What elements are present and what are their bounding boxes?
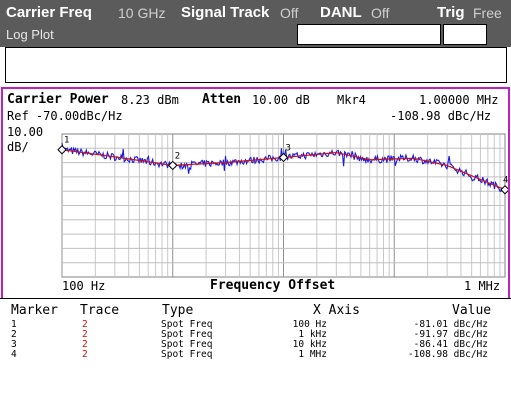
entry-field-unit[interactable]	[443, 24, 487, 45]
table-row[interactable]: 4 2 Spot Freq 1 MHz -108.98 dBc/Hz	[0, 350, 511, 360]
x-axis-title: Frequency Offset	[210, 278, 336, 293]
marker-flag: 1	[64, 136, 69, 146]
row-trace: 2	[82, 349, 88, 360]
row-type: Spot Freq	[161, 349, 213, 360]
signal-track-label: Signal Track	[181, 4, 270, 21]
danl-value[interactable]: Off	[371, 5, 389, 21]
marker-diamond	[500, 185, 508, 195]
col-header-type: Type	[162, 303, 194, 318]
marker-flag: 4	[503, 176, 508, 186]
x-axis-start: 100 Hz	[62, 279, 106, 293]
col-header-trace: Trace	[80, 303, 120, 318]
danl-label: DANL	[320, 4, 362, 21]
marker-table: Marker Trace Type X Axis Value 1 2 Spot …	[0, 298, 511, 407]
signal-track-value[interactable]: Off	[280, 5, 298, 21]
marker-flag: 2	[175, 151, 180, 161]
row-marker: 4	[11, 349, 17, 360]
phase-noise-plot[interactable]: 1 2 3 4	[3, 89, 508, 298]
trig-label: Trig	[437, 4, 465, 21]
trig-value[interactable]: Free	[473, 5, 502, 21]
col-header-marker: Marker	[11, 303, 58, 318]
x-axis-stop: 1 MHz	[464, 279, 501, 293]
entry-field[interactable]	[297, 24, 441, 45]
marker-diamond	[57, 145, 67, 155]
row-value: -108.98 dBc/Hz	[407, 349, 488, 360]
row-x: 1 MHz	[298, 349, 327, 360]
carrier-freq-value[interactable]: 10 GHz	[118, 5, 165, 21]
top-status-bar: Carrier Freq 10 GHz Signal Track Off DAN…	[0, 0, 511, 47]
col-header-value: Value	[452, 303, 492, 318]
marker-flag: 3	[286, 143, 291, 153]
message-area	[5, 47, 507, 83]
col-header-xaxis: X Axis	[313, 303, 360, 318]
graph-window[interactable]: Carrier Power 8.23 dBm Atten 10.00 dB Mk…	[1, 87, 510, 300]
mode-label: Log Plot	[6, 27, 54, 42]
carrier-freq-label: Carrier Freq	[6, 4, 92, 21]
